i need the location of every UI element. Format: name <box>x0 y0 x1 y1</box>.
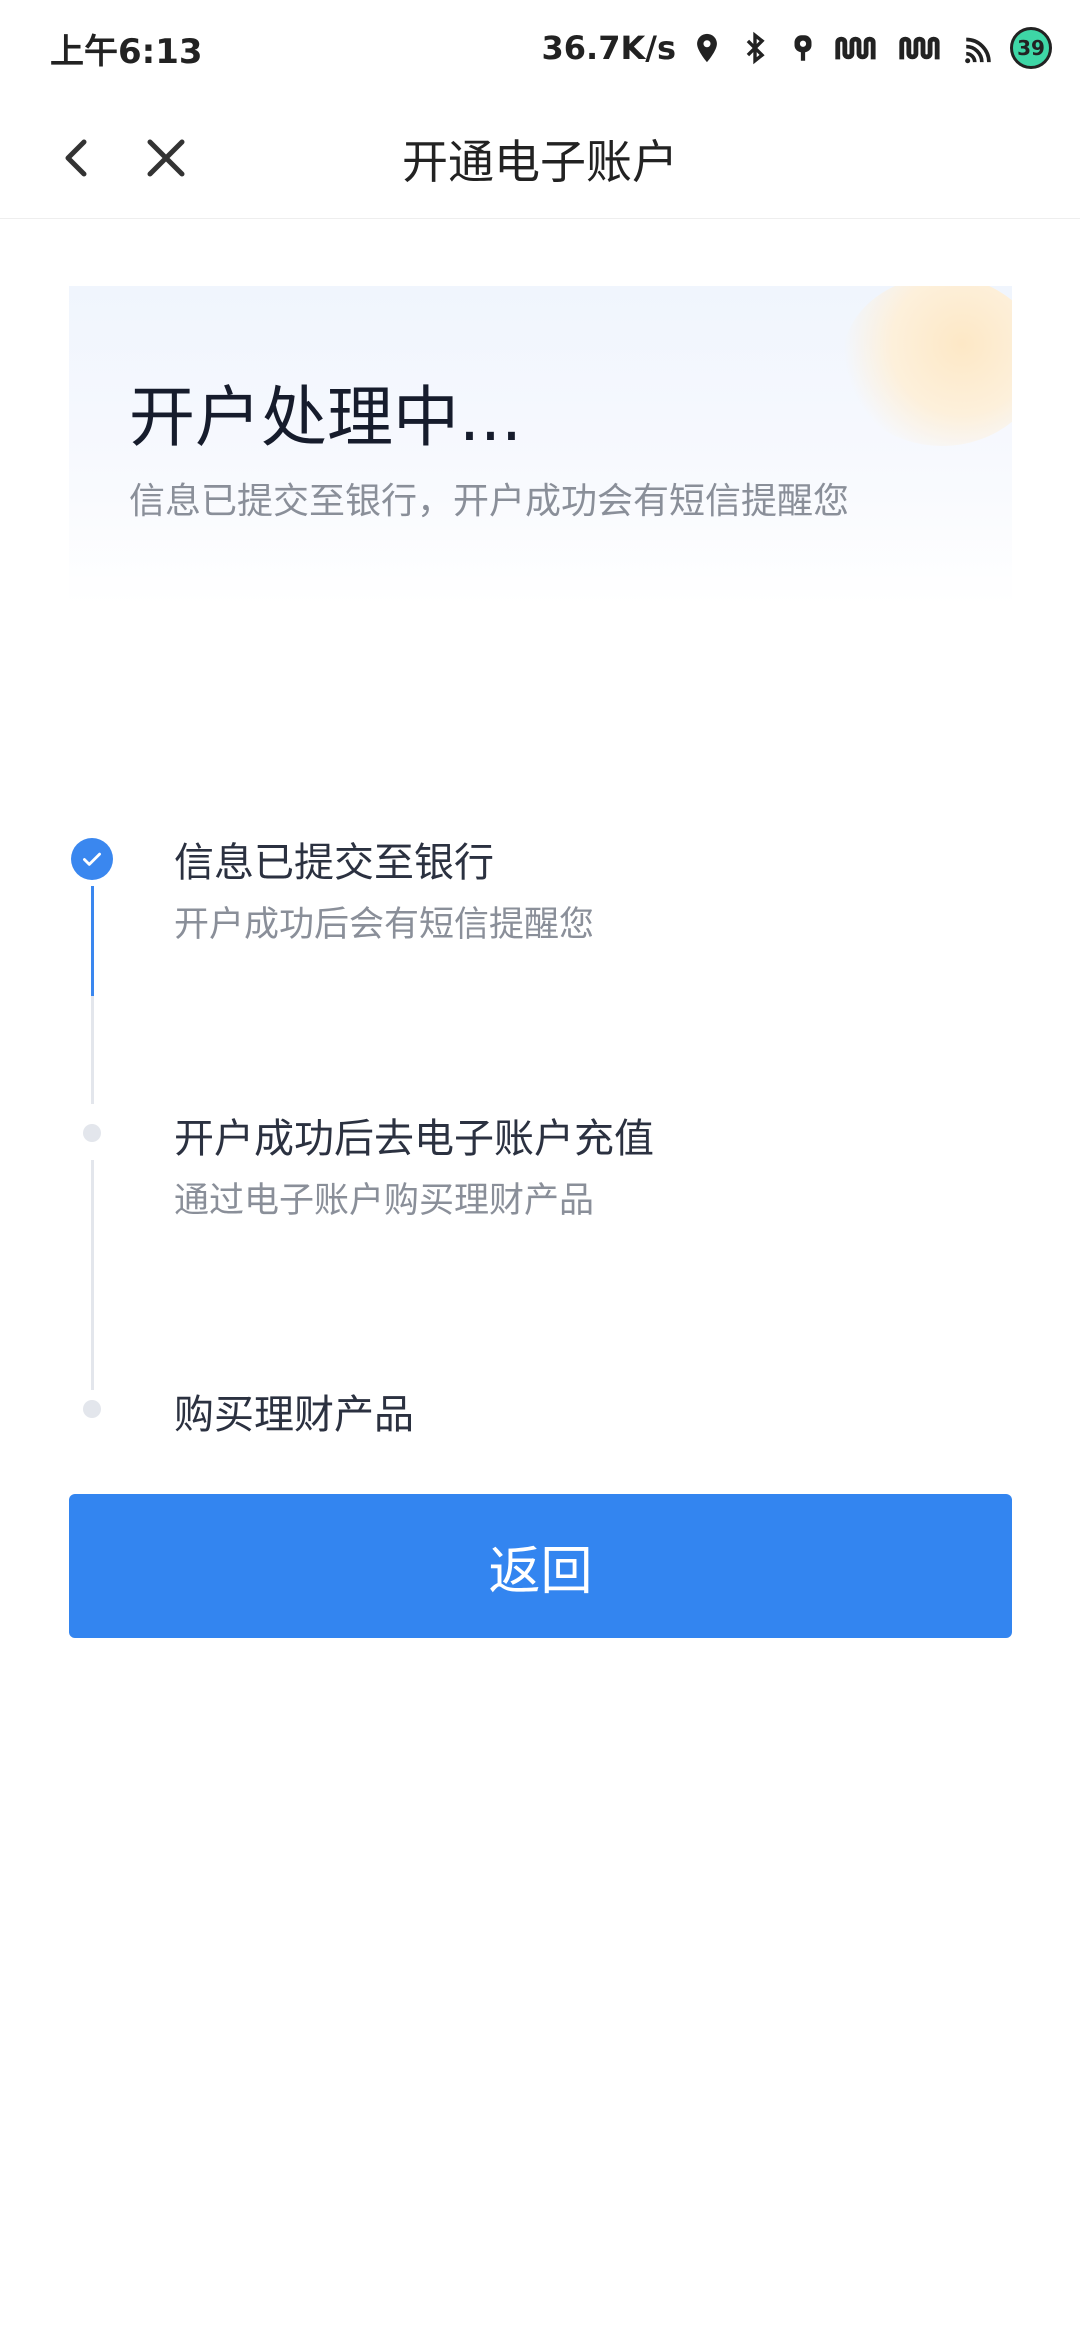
step-dot <box>83 1124 101 1142</box>
signal-icon <box>834 31 884 65</box>
status-banner: 开户处理中... 信息已提交至银行，开户成功会有短信提醒您 <box>69 286 1012 606</box>
status-bar: 上午6:13 36.7K/s 39 <box>0 0 1080 96</box>
status-icons: 36.7K/s 39 <box>542 20 1052 76</box>
step-title: 信息已提交至银行 <box>174 840 494 886</box>
decorative-shape <box>842 286 1012 446</box>
wifi-icon <box>962 31 996 65</box>
step-title: 开户成功后去电子账户充值 <box>174 1116 654 1162</box>
banner-subtitle: 信息已提交至银行，开户成功会有短信提醒您 <box>129 481 850 522</box>
status-time: 上午6:13 <box>50 32 203 72</box>
nav-bar: 开通电子账户 <box>0 96 1080 219</box>
progress-steps: 信息已提交至银行 开户成功后会有短信提醒您 开户成功后去电子账户充值 通过电子账… <box>0 820 1080 1460</box>
step-connector <box>91 996 94 1104</box>
step-connector <box>91 1160 94 1390</box>
vpn-key-icon <box>786 31 820 65</box>
banner-title: 开户处理中... <box>129 379 522 456</box>
bluetooth-icon <box>738 31 772 65</box>
location-icon <box>690 31 724 65</box>
step-connector-done <box>91 886 94 996</box>
step-subtitle: 开户成功后会有短信提醒您 <box>174 905 595 945</box>
network-speed: 36.7K/s <box>541 29 676 67</box>
return-button[interactable]: 返回 <box>69 1494 1012 1638</box>
page-title: 开通电子账户 <box>402 135 678 189</box>
check-icon <box>71 838 113 880</box>
signal-icon <box>898 31 948 65</box>
battery-icon: 39 <box>1010 27 1052 69</box>
step-dot <box>83 1400 101 1418</box>
step-title: 购买理财产品 <box>174 1392 414 1438</box>
step-subtitle: 通过电子账户购买理财产品 <box>174 1181 595 1221</box>
